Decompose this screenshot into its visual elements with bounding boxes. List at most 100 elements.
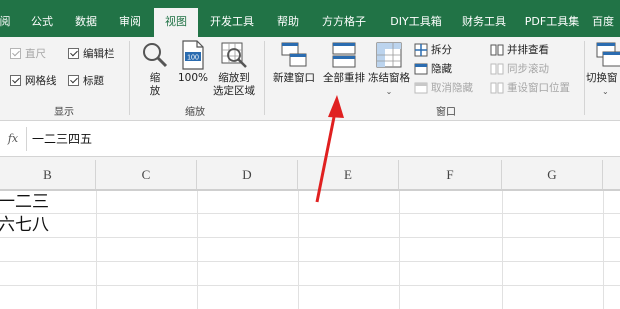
grid-row-line — [0, 261, 620, 262]
ruler-checkbox[interactable]: 直尺 — [10, 45, 46, 61]
grid-column-line — [197, 191, 198, 309]
hide-button[interactable]: 隐藏 — [414, 60, 452, 77]
sync-scroll-label: 同步滚动 — [507, 63, 549, 75]
unhide-button[interactable]: 取消隐藏 — [414, 79, 473, 96]
ribbon-tab-bar: 阅 公式 数据 审阅 视图 开发工具 帮助 方方格子 DIY工具箱 财务工具 P… — [0, 0, 620, 37]
arrange-all-icon — [332, 42, 356, 68]
cell-b2[interactable]: 六七八 — [0, 214, 49, 236]
grid-row-line — [0, 285, 620, 286]
column-header-f[interactable]: F — [399, 160, 502, 190]
tab-fangfangezi[interactable]: 方方格子 — [314, 8, 374, 35]
freeze-panes-dropdown-icon: ⌄ — [385, 87, 393, 96]
ruler-label: 直尺 — [25, 47, 46, 60]
reset-position-icon — [490, 82, 504, 93]
split-label: 拆分 — [431, 44, 452, 56]
formula-bar-check-icon — [68, 47, 79, 59]
tab-baidu[interactable]: 百度 — [592, 8, 620, 35]
side-by-side-icon — [490, 44, 504, 55]
reset-position-label: 重设窗口位置 — [507, 82, 570, 94]
group-separator — [129, 41, 130, 115]
grid-row-line — [0, 237, 620, 238]
ruler-check-icon — [10, 47, 21, 59]
zoom-button[interactable]: 缩 放 — [138, 40, 172, 98]
grid-column-line — [399, 191, 400, 309]
column-header-g[interactable]: G — [502, 160, 603, 190]
tab-review-partial[interactable]: 阅 — [0, 8, 14, 35]
freeze-panes-label: 冻结窗格 — [368, 72, 410, 84]
magnifier-icon — [143, 43, 168, 68]
arrange-all-button[interactable]: 全部重排 — [320, 40, 368, 85]
column-header-b[interactable]: B — [0, 160, 96, 190]
new-window-button[interactable]: 新建窗口 — [268, 40, 320, 85]
insert-function-icon[interactable]: fx — [0, 129, 26, 149]
new-window-icon — [281, 42, 307, 67]
zoom-label-line2: 放 — [149, 85, 161, 97]
zoom-100-button[interactable]: 100 100% — [176, 40, 210, 85]
column-header-d[interactable]: D — [197, 160, 298, 190]
tab-developer[interactable]: 开发工具 — [202, 8, 262, 35]
grid-row-line — [0, 213, 620, 214]
gridlines-label: 网格线 — [25, 74, 57, 87]
tab-view[interactable]: 视图 — [154, 8, 198, 37]
sync-scroll-icon — [490, 63, 504, 74]
switch-windows-label: 切换窗 — [586, 72, 618, 84]
freeze-panes-button[interactable]: 冻结窗格 ⌄ — [366, 40, 412, 98]
grid-column-line — [298, 191, 299, 309]
formula-bar-divider — [26, 127, 27, 151]
cell-b1[interactable]: 一二三 — [0, 191, 49, 213]
tab-pdf-tools[interactable]: PDF工具集 — [520, 8, 584, 35]
zoom-selection-icon — [221, 42, 247, 68]
zoom-selection-label-line2: 选定区域 — [213, 85, 255, 97]
zoom-100-label: 100% — [177, 72, 209, 84]
switch-windows-button[interactable]: 切换窗 ⌄ — [586, 40, 620, 98]
gridlines-checkbox[interactable]: 网格线 — [10, 72, 57, 88]
group-separator — [264, 41, 265, 115]
tab-formulas[interactable]: 公式 — [22, 8, 62, 35]
split-button[interactable]: 拆分 — [414, 41, 452, 58]
formula-bar-label: 编辑栏 — [83, 47, 115, 60]
tab-diy-toolbox[interactable]: DIY工具箱 — [382, 8, 450, 35]
grid-column-line — [96, 191, 97, 309]
switch-windows-icon — [596, 42, 620, 67]
column-header-h-partial[interactable] — [603, 160, 620, 190]
tab-finance-tools[interactable]: 财务工具 — [456, 8, 512, 35]
unhide-label: 取消隐藏 — [431, 82, 473, 94]
formula-bar-checkbox[interactable]: 编辑栏 — [68, 45, 115, 61]
group-separator — [584, 41, 585, 115]
zoom-100-icon-text: 100 — [187, 55, 199, 62]
column-header-e[interactable]: E — [298, 160, 399, 190]
column-header-c[interactable]: C — [96, 160, 197, 190]
reset-window-position-button[interactable]: 重设窗口位置 — [490, 79, 570, 96]
switch-windows-dropdown-icon: ⌄ — [602, 87, 609, 96]
headings-checkbox[interactable]: 标题 — [68, 72, 104, 88]
side-by-side-label: 并排查看 — [507, 44, 549, 56]
window-group-label: 窗口 — [436, 107, 456, 118]
ribbon-body: 直尺 编辑栏 网格线 标题 显示 缩 放 100 100% 缩放到 选定区域 缩… — [0, 37, 620, 121]
zoom-label-line1: 缩 — [149, 72, 161, 84]
new-window-label: 新建窗口 — [273, 72, 315, 84]
headings-check-icon — [68, 74, 79, 86]
grid-column-line — [603, 191, 604, 309]
hide-label: 隐藏 — [431, 63, 452, 75]
split-icon — [414, 43, 428, 56]
view-side-by-side-button[interactable]: 并排查看 — [490, 41, 549, 58]
excel-window: 阅 公式 数据 审阅 视图 开发工具 帮助 方方格子 DIY工具箱 财务工具 P… — [0, 0, 620, 309]
formula-bar: fx 一二三四五 — [0, 121, 620, 157]
headings-label: 标题 — [83, 74, 104, 87]
synchronous-scrolling-button[interactable]: 同步滚动 — [490, 60, 549, 77]
zoom-group-label: 缩放 — [185, 107, 205, 118]
unhide-window-icon — [414, 82, 428, 93]
zoom-selection-label-line1: 缩放到 — [218, 72, 250, 84]
grid-column-line — [502, 191, 503, 309]
tab-review[interactable]: 审阅 — [110, 8, 150, 35]
show-group-label: 显示 — [54, 107, 74, 118]
freeze-panes-icon — [376, 42, 402, 68]
zoom-100-icon: 100 — [182, 40, 204, 70]
zoom-to-selection-button[interactable]: 缩放到 选定区域 — [210, 40, 258, 98]
tab-data[interactable]: 数据 — [66, 8, 106, 35]
hide-window-icon — [414, 63, 428, 74]
tab-help[interactable]: 帮助 — [268, 8, 308, 35]
gridlines-check-icon — [10, 74, 21, 86]
formula-input[interactable]: 一二三四五 — [32, 129, 92, 149]
arrange-all-label: 全部重排 — [323, 72, 365, 84]
